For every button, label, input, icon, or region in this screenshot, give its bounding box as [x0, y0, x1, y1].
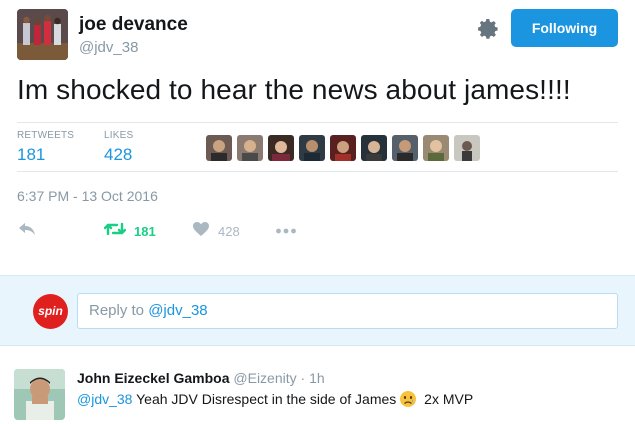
reply-text-main: Yeah JDV Disrespect in the side of James — [132, 391, 397, 407]
reply-separator: · — [300, 370, 306, 386]
retweet-icon — [103, 221, 127, 242]
gear-icon[interactable] — [476, 17, 500, 41]
reply-composer: spin Reply to @jdv_38 — [0, 275, 635, 346]
main-tweet: joe devance @jdv_38 Following Im shocked… — [0, 0, 635, 275]
liker-avatar[interactable] — [299, 135, 325, 161]
reply-placeholder-prefix: Reply to — [89, 302, 149, 319]
reply-actions-clipped — [77, 419, 377, 424]
tweet-stats: RETWEETS 181 LIKES 428 — [17, 122, 618, 172]
reply-avatar[interactable] — [14, 369, 65, 420]
display-name[interactable]: joe devance — [79, 14, 188, 36]
reply-author-name[interactable]: John Eizeckel Gamboa — [77, 370, 230, 386]
reply-icon — [17, 221, 37, 242]
retweets-label: RETWEETS — [17, 130, 75, 141]
reply-placeholder-mention: @jdv_38 — [148, 302, 208, 319]
sad-face-emoji — [399, 390, 417, 408]
likes-label: LIKES — [104, 130, 134, 141]
following-button[interactable]: Following — [511, 9, 618, 47]
liker-avatar[interactable] — [361, 135, 387, 161]
retweet-action-count: 181 — [134, 223, 156, 239]
tweet-actions: 181 428 — [17, 218, 617, 244]
reply-header: John Eizeckel Gamboa @Eizenity · 1h — [77, 370, 325, 386]
reply-text: @jdv_38 Yeah JDV Disrespect in the side … — [77, 390, 473, 408]
like-button[interactable]: 428 — [192, 218, 240, 244]
reply-text-tail: 2x MVP — [420, 391, 474, 407]
reply-tweet: John Eizeckel Gamboa @Eizenity · 1h @jdv… — [0, 347, 635, 424]
like-action-count: 428 — [218, 223, 240, 239]
reply-button[interactable] — [17, 218, 37, 244]
retweets-stat[interactable]: RETWEETS 181 — [17, 130, 74, 165]
reply-input[interactable]: Reply to @jdv_38 — [77, 293, 618, 329]
retweets-count: 181 — [17, 145, 46, 164]
avatar[interactable] — [17, 9, 68, 60]
retweet-button[interactable]: 181 — [103, 218, 156, 244]
tweet-timestamp[interactable]: 6:37 PM - 13 Oct 2016 — [17, 188, 158, 204]
heart-icon — [192, 221, 210, 242]
liker-avatar[interactable] — [268, 135, 294, 161]
reply-time[interactable]: 1h — [309, 370, 325, 386]
more-icon — [275, 222, 297, 240]
reply-author-handle[interactable]: @Eizenity — [233, 370, 296, 386]
liker-avatar[interactable] — [330, 135, 356, 161]
screen-name[interactable]: @jdv_38 — [79, 39, 138, 56]
liker-avatar[interactable] — [454, 135, 480, 161]
likes-count: 428 — [104, 145, 133, 164]
spin-logo: spin — [33, 294, 68, 329]
likes-stat[interactable]: LIKES 428 — [104, 130, 133, 165]
more-button[interactable] — [275, 218, 297, 244]
tweet-text: Im shocked to hear the news about james!… — [17, 74, 571, 105]
liker-avatar[interactable] — [423, 135, 449, 161]
liker-avatar[interactable] — [392, 135, 418, 161]
liker-avatar[interactable] — [206, 135, 232, 161]
reply-mention[interactable]: @jdv_38 — [77, 391, 132, 407]
liker-avatar[interactable] — [237, 135, 263, 161]
